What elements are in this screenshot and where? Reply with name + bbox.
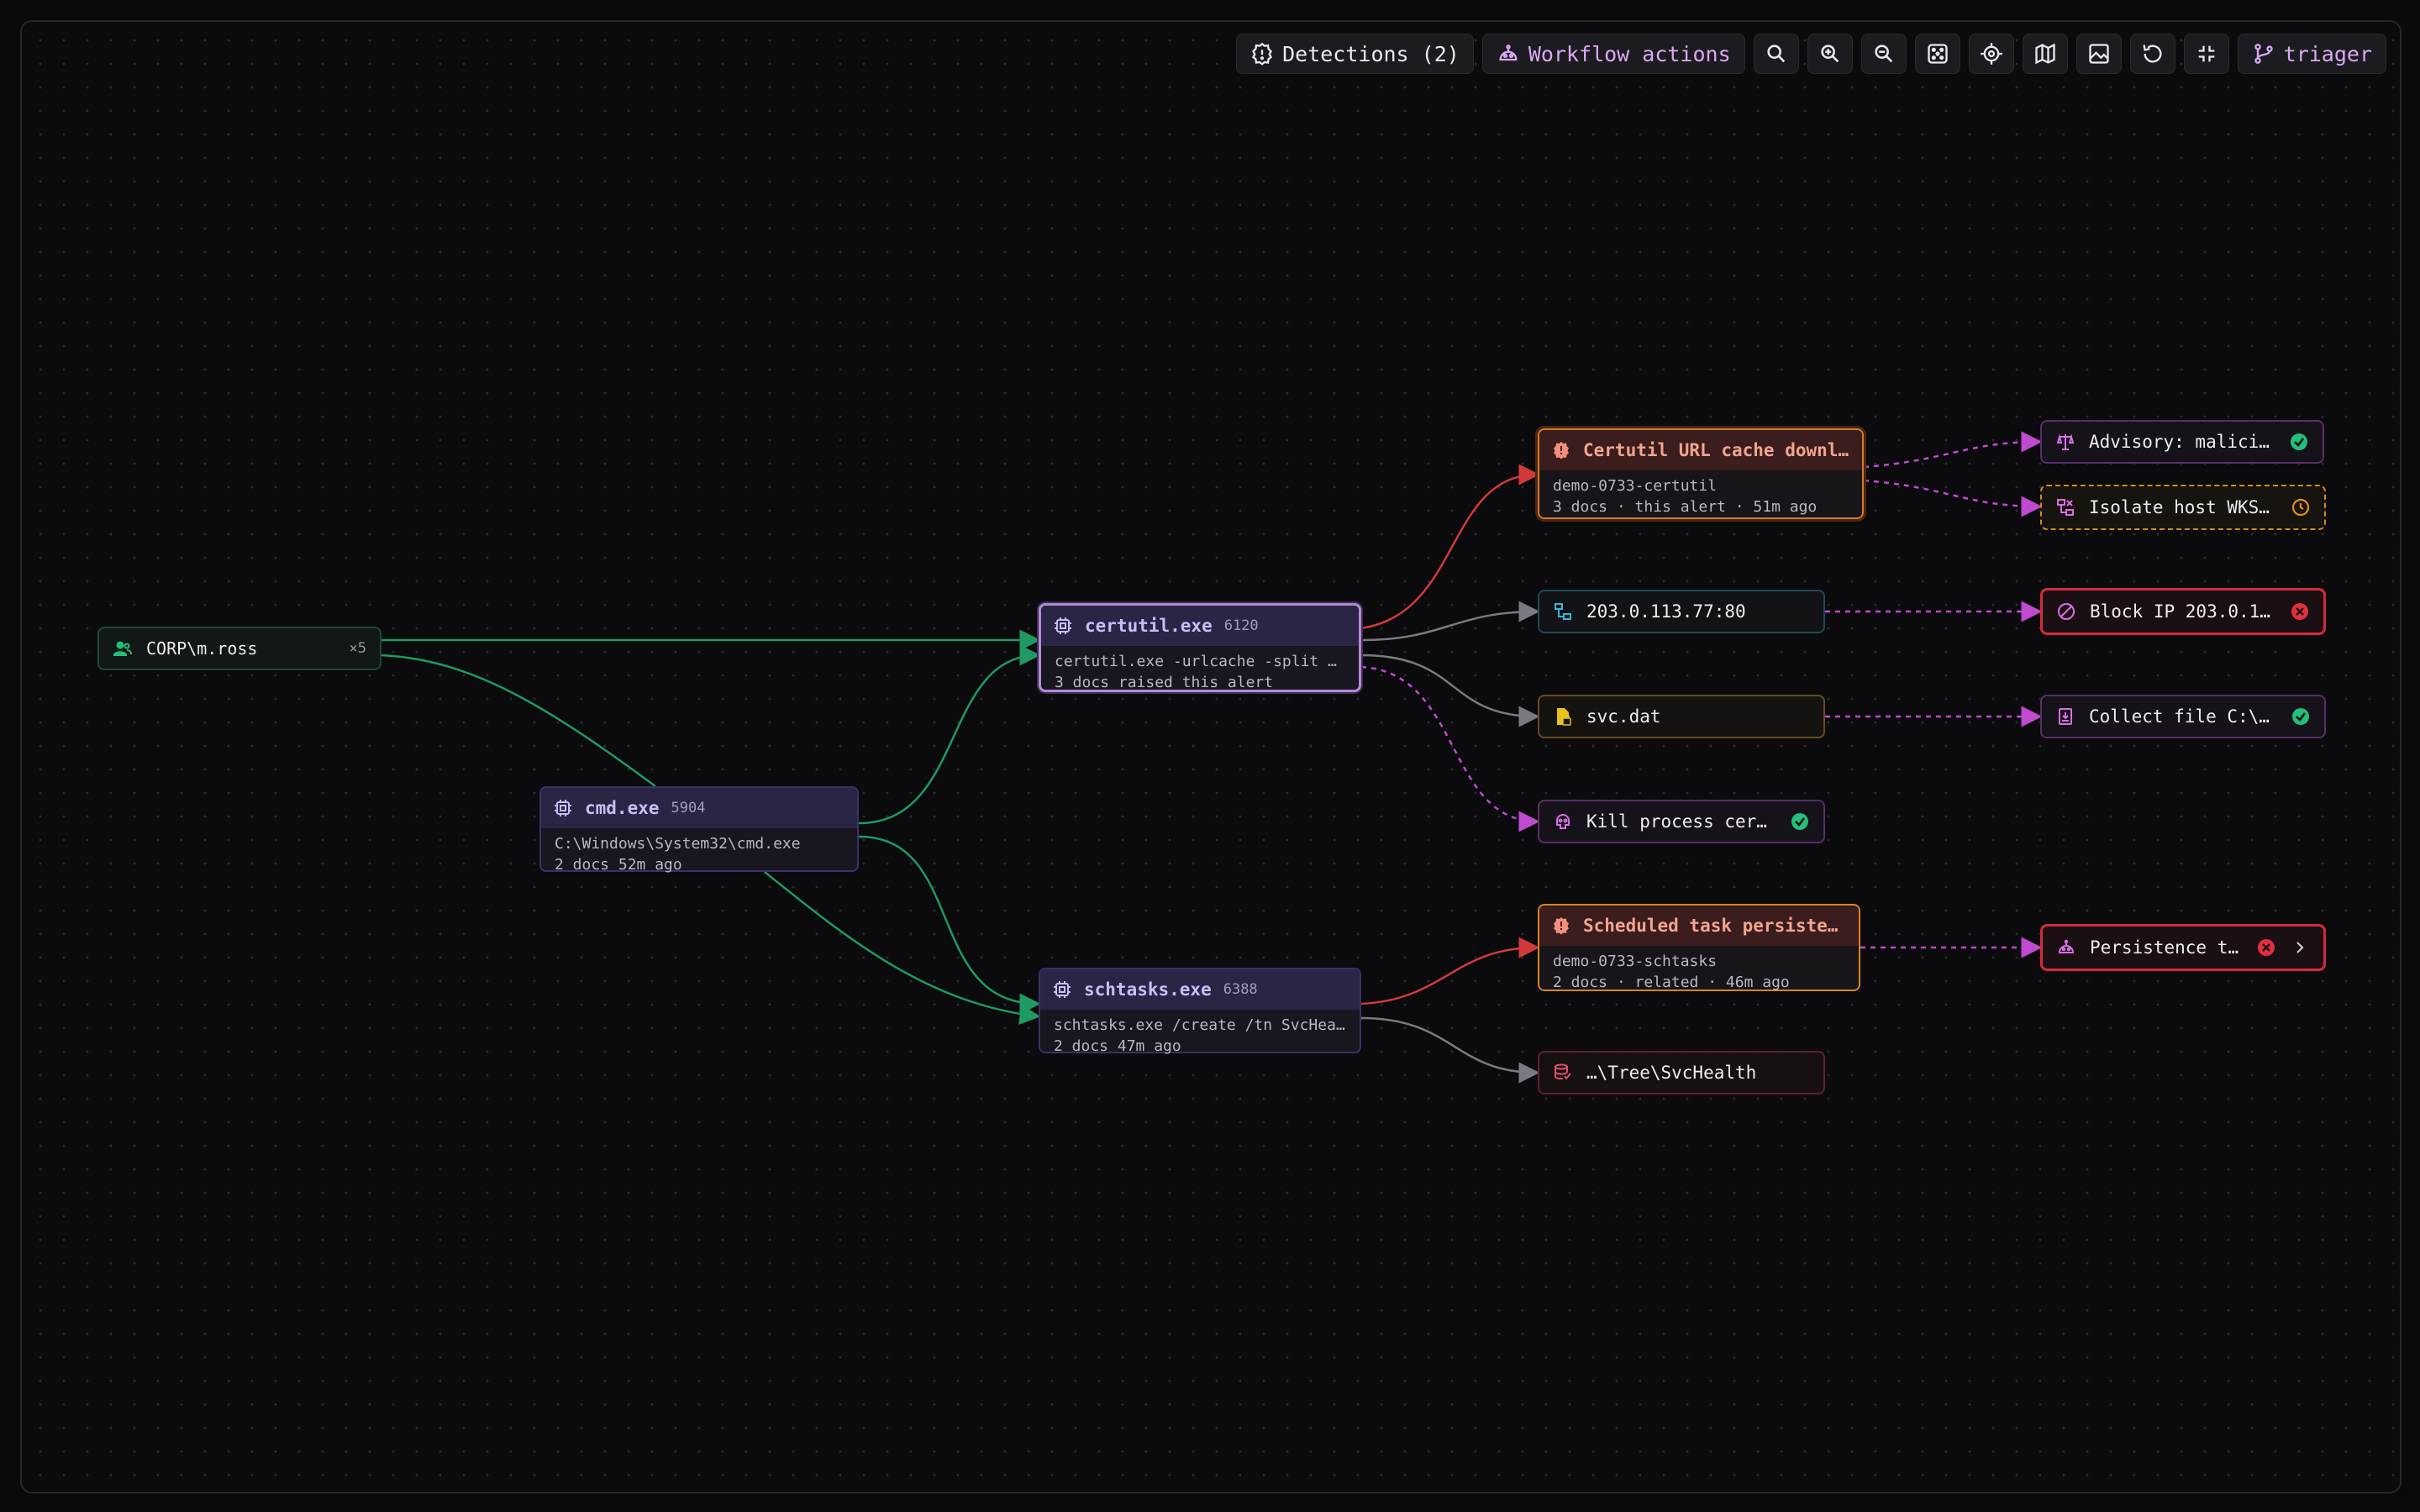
zoom-out-icon	[1875, 45, 1892, 63]
collect-label: Collect file C:\Us…	[2089, 706, 2277, 727]
ip-node[interactable]: 203.0.113.77:80	[1538, 590, 1825, 633]
user-node[interactable]: CORP\m.ross ×5	[97, 627, 381, 670]
alert-badge-icon	[1554, 442, 1569, 459]
collapse-button[interactable]	[2183, 34, 2229, 74]
detections-button[interactable]: Detections (2)	[1236, 34, 1474, 74]
isolate-host-icon	[2057, 499, 2074, 516]
isolate-label: Isolate host WKS-0…	[2089, 497, 2277, 517]
process-meta: 3 docs raised this alert	[1055, 674, 1274, 691]
alert-circle-icon	[1252, 42, 1273, 66]
action-node-block-ip[interactable]: Block IP 203.0.113…	[2040, 588, 2326, 635]
user-label: CORP\m.ross	[146, 638, 258, 659]
kill-label: Kill process certu…	[1586, 811, 1776, 832]
registry-node[interactable]: …\Tree\SvcHealth	[1538, 1051, 1825, 1095]
refresh-icon	[2142, 45, 2162, 63]
process-pid: 6120	[1223, 617, 1259, 634]
fit-view-icon	[1927, 44, 1948, 64]
alert-title: Certutil URL cache downlo…	[1583, 440, 1850, 460]
user-menu-button[interactable]: triager	[2237, 34, 2386, 74]
process-node-cmd[interactable]: cmd.exe 5904 C:\Windows\System32\cmd.exe…	[539, 786, 859, 874]
zoom-in-icon	[1821, 45, 1839, 63]
persistence-label: Persistence tri…	[2090, 937, 2243, 958]
alert-node-certutil[interactable]: Certutil URL cache downlo… demo-0733-cer…	[1538, 428, 1864, 519]
pending-clock-icon	[2291, 498, 2310, 517]
advisory-label: Advisory: maliciou…	[2089, 432, 2275, 452]
user-count: ×5	[349, 640, 366, 657]
graph-toolbar: Detections (2) Workflow actions triager	[1236, 34, 2386, 74]
git-branch-icon	[2254, 44, 2273, 64]
alert-badge-icon	[1554, 917, 1569, 935]
success-icon	[1791, 813, 1808, 830]
process-name: cmd.exe	[585, 798, 660, 818]
alert-meta: 2 docs · related · 46m ago	[1553, 974, 1790, 991]
image-icon	[2088, 44, 2109, 64]
chevron-right-icon[interactable]	[2290, 937, 2310, 958]
process-pid: 5904	[671, 800, 706, 816]
refresh-button[interactable]	[2129, 34, 2175, 74]
detections-label: Detections (2)	[1282, 41, 1460, 66]
cpu-icon	[555, 800, 571, 816]
block-ip-label: Block IP 203.0.113…	[2090, 601, 2276, 622]
alert-rule: demo-0733-schtasks	[1553, 953, 1718, 970]
workflow-actions-label: Workflow actions	[1528, 41, 1731, 66]
file-lock-icon	[1557, 708, 1571, 726]
workflow-actions-button[interactable]: Workflow actions	[1481, 34, 1745, 74]
search-button[interactable]	[1753, 34, 1799, 74]
action-node-kill[interactable]: Kill process certu…	[1538, 800, 1825, 843]
user-label: triager	[2283, 41, 2372, 66]
success-icon	[2291, 433, 2307, 450]
collect-file-icon	[2059, 708, 2072, 725]
process-name: schtasks.exe	[1084, 979, 1212, 1000]
file-label: svc.dat	[1586, 706, 1661, 727]
success-icon	[2292, 708, 2309, 725]
cpu-icon	[1055, 617, 1071, 634]
process-cmdline: certutil.exe -urlcache -split -…	[1055, 653, 1345, 670]
alert-meta: 3 docs · this alert · 51m ago	[1553, 498, 1818, 516]
process-pid: 6388	[1223, 981, 1258, 998]
failed-icon	[2291, 603, 2308, 620]
export-image-button[interactable]	[2075, 34, 2122, 74]
file-node[interactable]: svc.dat	[1538, 695, 1825, 738]
recenter-icon	[1980, 43, 2002, 65]
process-cmdline: schtasks.exe /create /tn SvcHea…	[1054, 1016, 1345, 1034]
search-icon	[1767, 45, 1785, 63]
graph-canvas[interactable]	[20, 20, 2402, 1494]
process-node-schtasks[interactable]: schtasks.exe 6388 schtasks.exe /create /…	[1039, 968, 1361, 1055]
map-icon	[2034, 43, 2055, 65]
alert-title: Scheduled task persistenc…	[1583, 916, 1847, 936]
collapse-icon	[2198, 45, 2214, 62]
skull-icon	[1556, 814, 1570, 829]
block-icon	[2058, 603, 2075, 620]
zoom-in-button[interactable]	[1807, 34, 1853, 74]
action-node-isolate[interactable]: Isolate host WKS-0…	[2040, 485, 2326, 530]
process-meta: 2 docs 52m ago	[555, 856, 682, 874]
process-node-certutil[interactable]: certutil.exe 6120 certutil.exe -urlcache…	[1039, 603, 1361, 692]
network-icon	[1555, 603, 1571, 620]
registry-label: …\Tree\SvcHealth	[1586, 1063, 1757, 1083]
process-meta: 2 docs 47m ago	[1054, 1037, 1181, 1055]
recenter-button[interactable]	[1968, 34, 2014, 74]
process-cmdline: C:\Windows\System32\cmd.exe	[555, 835, 801, 853]
scale-icon	[2056, 433, 2075, 450]
action-node-advisory[interactable]: Advisory: maliciou…	[2040, 420, 2324, 464]
zoom-out-button[interactable]	[1860, 34, 1907, 74]
failed-icon	[2258, 939, 2275, 956]
alert-node-schtasks[interactable]: Scheduled task persistenc… demo-0733-sch…	[1538, 904, 1860, 991]
fit-view-button[interactable]	[1914, 34, 1960, 74]
alert-rule: demo-0733-certutil	[1553, 477, 1718, 495]
cpu-icon	[1054, 981, 1071, 998]
users-icon	[113, 641, 132, 656]
action-node-collect[interactable]: Collect file C:\Us…	[2040, 695, 2326, 738]
action-node-persistence[interactable]: Persistence tri…	[2040, 924, 2326, 971]
process-name: certutil.exe	[1085, 616, 1213, 636]
registry-icon	[1555, 1063, 1571, 1080]
robot-icon	[1499, 45, 1518, 61]
robot-icon	[2058, 939, 2075, 953]
minimap-button[interactable]	[2022, 34, 2068, 74]
ip-label: 203.0.113.77:80	[1586, 601, 1746, 622]
